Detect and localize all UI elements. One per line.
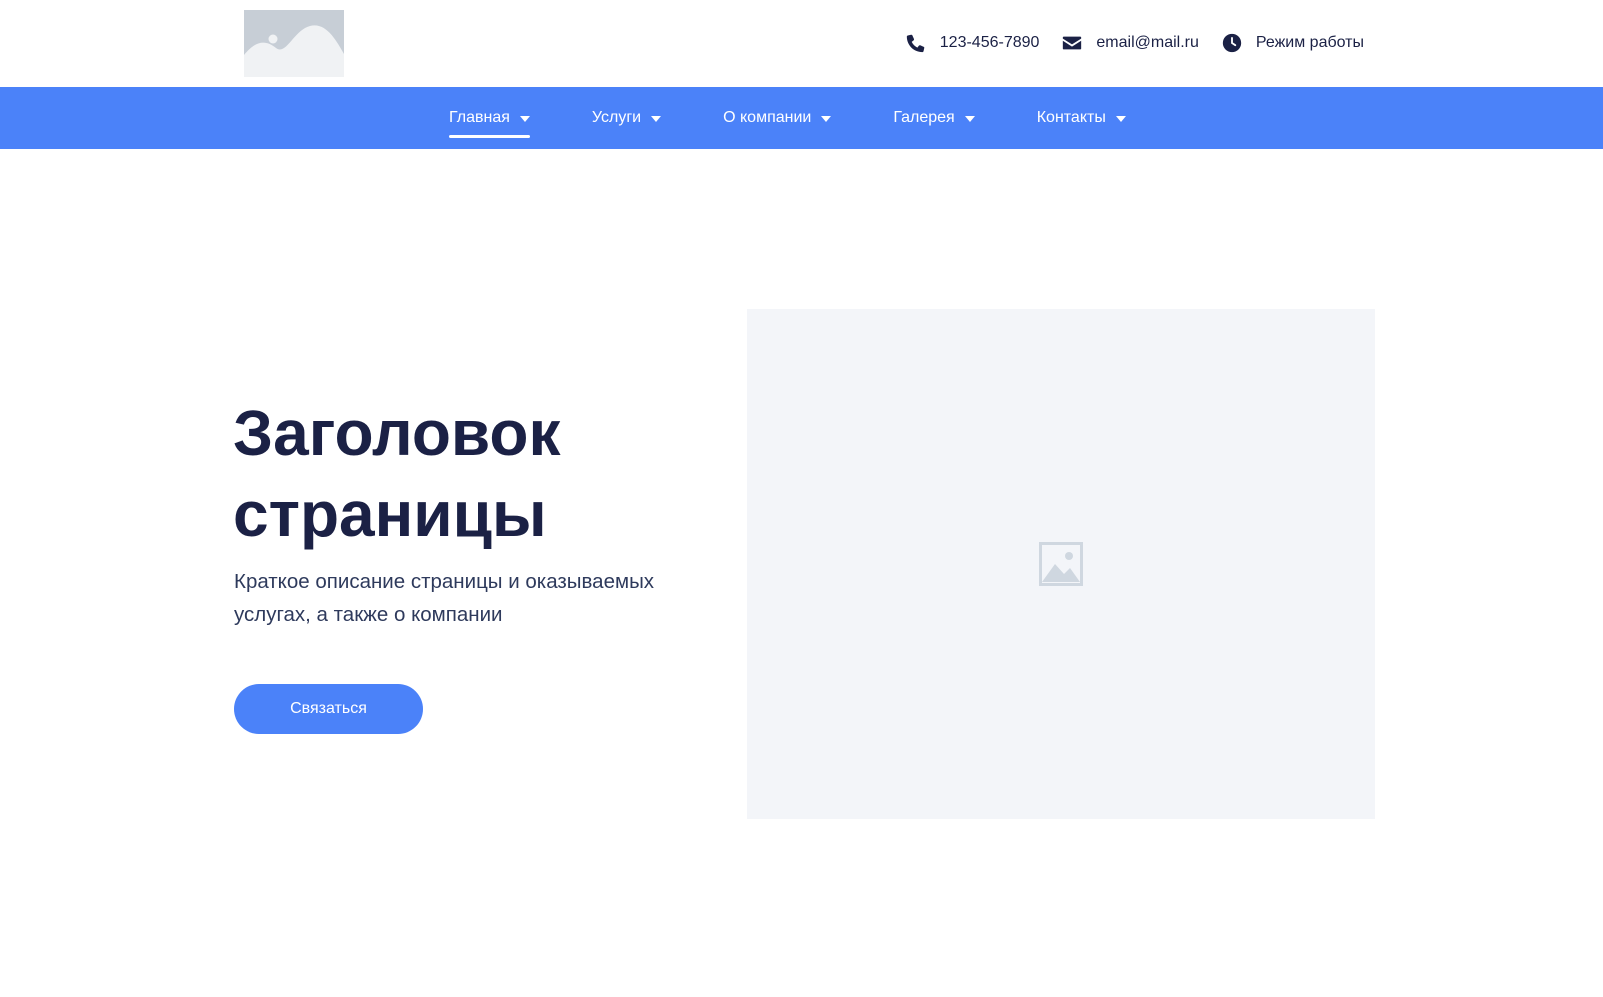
image-placeholder-icon xyxy=(1039,542,1083,586)
chevron-down-icon xyxy=(651,116,662,122)
nav-item-label: Галерея xyxy=(893,109,955,126)
phone-contact[interactable]: 123-456-7890 xyxy=(905,32,1040,54)
working-hours: Режим работы xyxy=(1255,34,1364,51)
nav-item-services[interactable]: Услуги xyxy=(591,87,662,149)
email-address: email@mail.ru xyxy=(1096,34,1199,51)
logo[interactable] xyxy=(244,10,344,77)
contact-button[interactable]: Связаться xyxy=(234,684,423,734)
top-header: 123-456-7890 email@mail.ru Режим работы xyxy=(0,0,1603,87)
nav-item-label: Контакты xyxy=(1036,109,1106,126)
chevron-down-icon xyxy=(964,116,975,122)
main-nav: Главная Услуги О компании Галерея Контак… xyxy=(449,87,1126,149)
page-title-line-1: Заголовок xyxy=(233,397,561,469)
main-nav-bar: Главная Услуги О компании Галерея Контак… xyxy=(0,87,1603,149)
phone-icon xyxy=(905,32,927,54)
page-title: Заголовок страницы xyxy=(233,393,713,555)
image-placeholder-icon xyxy=(244,10,344,77)
nav-item-about[interactable]: О компании xyxy=(723,87,832,149)
nav-item-label: О компании xyxy=(723,109,812,126)
envelope-icon xyxy=(1061,32,1083,54)
nav-item-gallery[interactable]: Галерея xyxy=(893,87,975,149)
clock-icon xyxy=(1221,32,1243,54)
nav-item-label: Главная xyxy=(449,109,510,126)
hero-image-placeholder xyxy=(747,309,1375,819)
hours-contact[interactable]: Режим работы xyxy=(1221,32,1364,54)
nav-item-home[interactable]: Главная xyxy=(449,87,530,149)
contact-info: 123-456-7890 email@mail.ru Режим работы xyxy=(905,29,1364,57)
nav-item-contacts[interactable]: Контакты xyxy=(1037,87,1126,149)
chevron-down-icon xyxy=(1115,116,1126,122)
nav-item-label: Услуги xyxy=(591,109,642,126)
phone-number: 123-456-7890 xyxy=(939,34,1040,51)
chevron-down-icon xyxy=(821,116,832,122)
page-title-line-2: страницы xyxy=(233,478,547,550)
chevron-down-icon xyxy=(519,116,530,122)
email-contact[interactable]: email@mail.ru xyxy=(1061,32,1199,54)
page-description: Краткое описание страницы и оказываемых … xyxy=(234,570,655,626)
